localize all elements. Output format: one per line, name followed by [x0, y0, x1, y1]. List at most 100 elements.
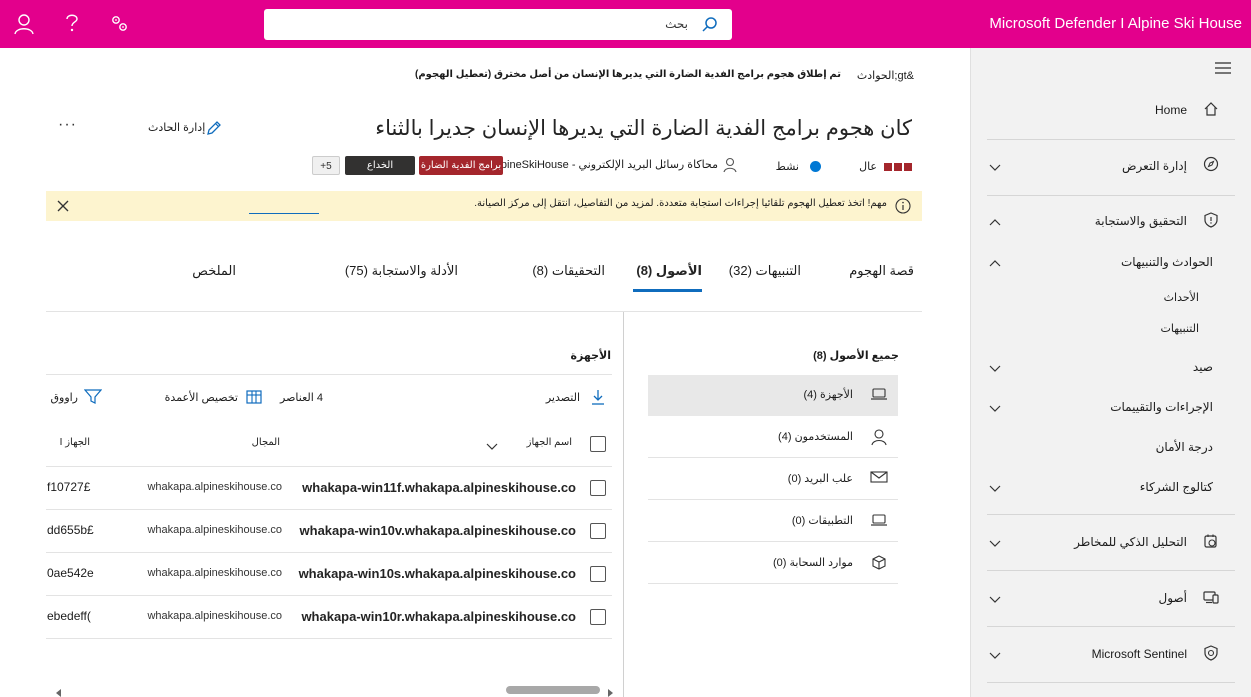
- person-icon[interactable]: [13, 13, 35, 38]
- sidebar-item-actions-submissions[interactable]: الإجراءات والتقييمات: [987, 388, 1235, 424]
- export-button[interactable]: التصدير: [546, 391, 580, 404]
- all-assets-header[interactable]: جميع الأصول (8): [813, 349, 899, 362]
- divider: [46, 552, 612, 553]
- sidebar-subitem-alerts[interactable]: التنبيهات: [1161, 322, 1199, 335]
- edit-icon[interactable]: [205, 119, 223, 140]
- hamburger-icon[interactable]: [1215, 62, 1231, 77]
- breadcrumb-root-link[interactable]: &gt;الحوادث: [857, 69, 914, 82]
- sidebar-item-label: الإجراءات والتقييمات: [1110, 400, 1213, 414]
- asset-filter-mailboxes[interactable]: علب البريد (0): [648, 459, 898, 500]
- device-name[interactable]: whakapa-win10r.whakapa.alpineskihouse.co: [301, 609, 576, 624]
- filter-icon[interactable]: [83, 389, 103, 408]
- divider: [46, 466, 612, 467]
- sidebar-item-home[interactable]: Home: [987, 84, 1235, 134]
- tag-ransomware[interactable]: برامج الفدية الضارة: [419, 156, 503, 175]
- sidebar-item-exposure-management[interactable]: إدارة التعرض: [987, 139, 1235, 195]
- row-checkbox[interactable]: [590, 566, 606, 582]
- download-icon[interactable]: [591, 389, 605, 408]
- chevron-down-icon[interactable]: [989, 482, 1001, 496]
- scroll-left-arrow[interactable]: [55, 686, 63, 697]
- device-domain: whakapa.alpineskihouse.co: [147, 610, 282, 622]
- info-icon: [895, 198, 911, 217]
- search-box[interactable]: بحث: [264, 9, 732, 40]
- row-checkbox[interactable]: [590, 523, 606, 539]
- sidebar-item-hunting[interactable]: صيد: [987, 348, 1235, 384]
- search-icon[interactable]: [701, 16, 718, 36]
- customize-columns-button[interactable]: تخصيص الأعمدة: [165, 391, 238, 404]
- asset-filter-label: موارد السحابة (0): [772, 557, 853, 569]
- device-domain: whakapa.alpineskihouse.co: [147, 524, 282, 536]
- row-checkbox[interactable]: [590, 480, 606, 496]
- tag-deception[interactable]: الخداع: [345, 156, 415, 175]
- sidebar-item-label: الحوادث والتنبيهات: [1121, 255, 1213, 269]
- chevron-up-icon[interactable]: [989, 256, 1001, 270]
- sidebar-item-investigation-response[interactable]: التحقيق والاستجابة: [987, 195, 1235, 245]
- tab-assets[interactable]: الأصول (8): [636, 263, 702, 279]
- banner-link-underline[interactable]: [249, 213, 319, 214]
- sidebar-item-secure-score[interactable]: درجة الأمان: [987, 428, 1235, 464]
- sidebar-item-label: التحليل الذكي للمخاطر: [1074, 535, 1187, 549]
- sidebar-item-label: التحقيق والاستجابة: [1094, 214, 1187, 228]
- help-icon[interactable]: [64, 13, 80, 38]
- tab-evidence-response[interactable]: الأدلة والاستجابة (75): [345, 263, 458, 279]
- active-tab-indicator: [633, 289, 702, 292]
- sidebar-item-label: أصول: [1158, 591, 1187, 605]
- sidebar-item-incidents-alerts[interactable]: الحوادث والتنبيهات: [987, 245, 1235, 285]
- chevron-down-icon[interactable]: [486, 440, 498, 454]
- sidebar-item-label: إدارة التعرض: [1122, 159, 1187, 173]
- asset-filter-users[interactable]: المستخدمون (4): [648, 417, 898, 458]
- sidebar-item-assets[interactable]: أصول: [987, 570, 1235, 626]
- asset-filter-applications[interactable]: التطبيقات (0): [648, 501, 898, 542]
- tag-more[interactable]: +5: [312, 156, 340, 175]
- sidebar-item-threat-intelligence[interactable]: التحليل الذكي للمخاطر: [987, 514, 1235, 570]
- chevron-up-icon[interactable]: [989, 215, 1001, 229]
- manage-incident-button[interactable]: إدارة الحادث: [148, 121, 205, 134]
- more-actions-button[interactable]: ···: [58, 116, 77, 134]
- devices-section-title: الأجهزة: [570, 350, 612, 362]
- select-all-checkbox[interactable]: [590, 436, 606, 452]
- home-icon: [1203, 101, 1219, 120]
- divider: [46, 311, 922, 312]
- severity-label: عال: [859, 161, 877, 173]
- sidebar-item-label: كتالوج الشركاء: [1139, 480, 1213, 494]
- column-header-device-name[interactable]: اسم الجهاز: [527, 437, 572, 448]
- tab-summary[interactable]: الملخص: [192, 263, 236, 279]
- chevron-down-icon[interactable]: [989, 649, 1001, 663]
- scroll-right-arrow[interactable]: [606, 686, 614, 697]
- close-icon[interactable]: [57, 200, 69, 215]
- asset-filter-cloud-resources[interactable]: موارد السحابة (0): [648, 543, 898, 584]
- tab-investigations[interactable]: التحقيقات (8): [532, 263, 605, 279]
- column-header-device-id[interactable]: الجهاز I: [60, 437, 90, 448]
- device-name[interactable]: whakapa-win10v.whakapa.alpineskihouse.co: [300, 523, 576, 538]
- person-icon: [723, 157, 737, 176]
- row-checkbox[interactable]: [590, 609, 606, 625]
- laptop-icon: [870, 386, 888, 405]
- sidebar-item-microsoft-sentinel[interactable]: Microsoft Sentinel: [987, 626, 1235, 682]
- chevron-down-icon[interactable]: [989, 362, 1001, 376]
- sidebar-item-partner-catalog[interactable]: كتالوج الشركاء: [987, 468, 1235, 504]
- device-name[interactable]: whakapa-win11f.whakapa.alpineskihouse.co: [302, 480, 576, 495]
- app-icon: [870, 512, 888, 531]
- search-input[interactable]: بحث: [665, 17, 688, 31]
- severity-bar: [894, 163, 902, 171]
- scroll-thumb[interactable]: [506, 686, 600, 694]
- sidebar-subitem-incidents[interactable]: الأحداث: [1164, 291, 1199, 304]
- settings-icon[interactable]: [110, 13, 130, 38]
- user-icon: [870, 428, 888, 449]
- asset-filter-label: الأجهزة (4): [803, 389, 853, 401]
- items-count: 4 العناصر: [280, 392, 323, 404]
- device-name[interactable]: whakapa-win10s.whakapa.alpineskihouse.co: [299, 566, 576, 581]
- chevron-down-icon[interactable]: [989, 593, 1001, 607]
- columns-icon[interactable]: [246, 389, 262, 408]
- column-header-domain[interactable]: المجال: [252, 437, 280, 448]
- chevron-down-icon[interactable]: [989, 402, 1001, 416]
- filter-button[interactable]: راووق: [50, 391, 78, 404]
- asset-filter-devices[interactable]: الأجهزة (4): [648, 375, 898, 416]
- cube-icon: [870, 554, 888, 575]
- chevron-down-icon[interactable]: [989, 537, 1001, 551]
- tab-attack-story[interactable]: قصة الهجوم: [849, 263, 914, 279]
- tab-alerts[interactable]: التنبيهات (32): [729, 263, 801, 279]
- status-label: نشط: [775, 161, 799, 173]
- chevron-down-icon[interactable]: [989, 161, 1001, 175]
- intelligence-icon: [1203, 533, 1219, 552]
